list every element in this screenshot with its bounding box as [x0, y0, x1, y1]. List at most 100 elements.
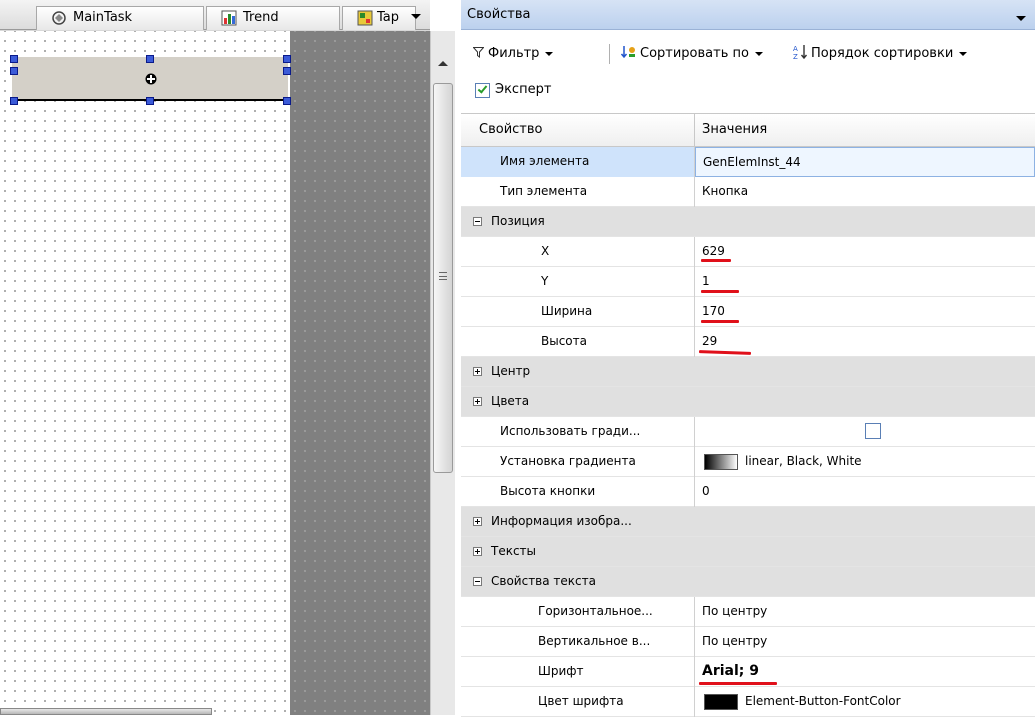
property-row-x[interactable]: X 629: [461, 237, 1035, 267]
vertical-scrollbar[interactable]: [430, 31, 455, 715]
property-row-element-name[interactable]: Имя элемента GenElemInst_44: [461, 147, 1035, 177]
property-name: Шрифт: [538, 664, 584, 678]
property-name: Использовать гради...: [500, 424, 641, 438]
editor-tab-bar: MainTask Trend Tap: [0, 0, 430, 30]
property-name-cell: Использовать гради...: [461, 417, 695, 447]
property-value: 0: [702, 484, 710, 498]
property-value-cell[interactable]: GenElemInst_44: [695, 147, 1035, 177]
property-row-y[interactable]: Y 1: [461, 267, 1035, 297]
red-underline: [699, 682, 777, 685]
chevron-down-icon: [754, 51, 763, 56]
property-name-cell: X: [461, 237, 695, 267]
property-row-vertical-alignment[interactable]: Вертикальное в... По центру: [461, 627, 1035, 657]
panel-title-bar: Свойства: [461, 0, 1035, 30]
resize-handle-top[interactable]: [146, 55, 154, 63]
tab-list-dropdown-icon[interactable]: [411, 14, 421, 19]
property-value-cell[interactable]: По центру: [695, 597, 1035, 627]
move-center-icon[interactable]: [145, 73, 157, 85]
property-grid: Свойство Значения Имя элемента GenElemIn…: [461, 113, 1035, 717]
property-value: Element-Button-FontColor: [745, 694, 901, 708]
red-underline: [698, 350, 752, 355]
expand-icon[interactable]: [473, 397, 482, 406]
resize-handle-top-right[interactable]: [283, 55, 291, 63]
design-canvas[interactable]: [0, 31, 290, 715]
resize-handle-bottom-right[interactable]: [283, 97, 291, 105]
property-value-cell[interactable]: Кнопка: [695, 177, 1035, 207]
resize-handle-top-left[interactable]: [10, 55, 18, 63]
tab-overflow[interactable]: Tap: [342, 6, 416, 30]
scroll-up-icon[interactable]: [438, 61, 448, 66]
horizontal-scrollbar[interactable]: [0, 708, 212, 715]
property-value-cell[interactable]: 170: [695, 297, 1035, 327]
expand-icon[interactable]: [473, 517, 482, 526]
property-value-cell[interactable]: 0: [695, 477, 1035, 507]
property-row-use-gradient[interactable]: Использовать гради...: [461, 417, 1035, 447]
tab-label: MainTask: [73, 10, 133, 25]
property-row-font[interactable]: Шрифт Arial; 9: [461, 657, 1035, 687]
property-value: Arial; 9: [702, 663, 759, 679]
property-name: Высота кнопки: [500, 484, 596, 498]
use-gradient-checkbox[interactable]: [865, 423, 881, 439]
property-value-cell[interactable]: linear, Black, White: [695, 447, 1035, 477]
property-name-cell: Ширина: [461, 297, 695, 327]
property-row-button-height[interactable]: Высота кнопки 0: [461, 477, 1035, 507]
visualization-icon: [357, 10, 373, 26]
svg-text:Z: Z: [793, 53, 798, 60]
property-row-horizontal-alignment[interactable]: Горизонтальное... По центру: [461, 597, 1035, 627]
expand-icon[interactable]: [473, 547, 482, 556]
property-value-cell[interactable]: Element-Button-FontColor: [695, 687, 1035, 717]
property-name: Тип элемента: [500, 184, 588, 198]
property-name-cell: Цвет шрифта: [461, 687, 695, 717]
resize-handle-left[interactable]: [10, 67, 18, 75]
column-header-property[interactable]: Свойство: [479, 122, 542, 137]
tab-maintask[interactable]: MainTask: [36, 6, 204, 30]
property-name: X: [541, 244, 550, 258]
sort-by-label: Сортировать по: [640, 46, 749, 61]
resize-handle-bottom[interactable]: [146, 97, 154, 105]
category-name-cell: Позиция: [461, 207, 1035, 237]
property-value-cell[interactable]: 29: [695, 327, 1035, 357]
category-row-texts[interactable]: Тексты: [461, 537, 1035, 567]
expert-label: Эксперт: [495, 82, 552, 97]
category-row-center[interactable]: Центр: [461, 357, 1035, 387]
gradient-swatch: [704, 454, 738, 470]
expand-icon[interactable]: [473, 367, 482, 376]
filter-button[interactable]: Фильтр: [472, 44, 554, 66]
sort-order-button[interactable]: A Z Порядок сортировки: [793, 44, 968, 66]
properties-panel: Свойства Фильтр Сортировать по A Z Поряд…: [461, 0, 1035, 717]
property-value: 629: [702, 244, 725, 258]
property-value-cell[interactable]: Arial; 9: [695, 657, 1035, 687]
property-value-cell[interactable]: 1: [695, 267, 1035, 297]
column-header-value[interactable]: Значения: [702, 122, 767, 137]
resize-handle-right[interactable]: [283, 67, 291, 75]
checkbox[interactable]: [475, 83, 490, 98]
property-name-cell: Y: [461, 267, 695, 297]
property-value-cell[interactable]: 629: [695, 237, 1035, 267]
property-name: Цвет шрифта: [538, 694, 624, 708]
panel-menu-dropdown-icon[interactable]: [1016, 16, 1026, 21]
column-divider[interactable]: [694, 114, 695, 148]
property-value: 29: [702, 334, 718, 348]
property-value-cell[interactable]: [695, 417, 1035, 447]
property-row-font-color[interactable]: Цвет шрифта Element-Button-FontColor: [461, 687, 1035, 717]
category-row-image-info[interactable]: Информация изобра...: [461, 507, 1035, 537]
property-value: Кнопка: [702, 184, 749, 198]
property-row-gradient-setting[interactable]: Установка градиента linear, Black, White: [461, 447, 1035, 477]
property-row-width[interactable]: Ширина 170: [461, 297, 1035, 327]
property-value: GenElemInst_44: [703, 155, 801, 169]
category-row-colors[interactable]: Цвета: [461, 387, 1035, 417]
category-name-cell: Свойства текста: [461, 567, 1035, 597]
collapse-icon[interactable]: [473, 217, 482, 226]
resize-handle-bottom-left[interactable]: [10, 97, 18, 105]
collapse-icon[interactable]: [473, 577, 482, 586]
property-value: По центру: [702, 604, 768, 618]
category-row-text-properties[interactable]: Свойства текста: [461, 567, 1035, 597]
sort-by-button[interactable]: Сортировать по: [620, 44, 763, 66]
category-row-position[interactable]: Позиция: [461, 207, 1035, 237]
tab-trend[interactable]: Trend: [206, 6, 340, 30]
property-row-height[interactable]: Высота 29: [461, 327, 1035, 357]
scrollbar-thumb[interactable]: [433, 83, 453, 473]
property-row-element-type[interactable]: Тип элемента Кнопка: [461, 177, 1035, 207]
property-value-cell[interactable]: По центру: [695, 627, 1035, 657]
visualization-editor: MainTask Trend Tap: [0, 0, 455, 715]
